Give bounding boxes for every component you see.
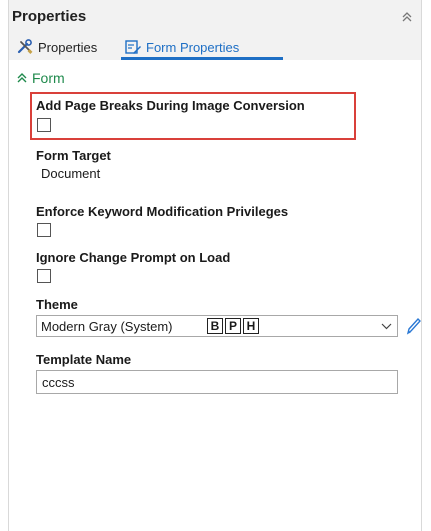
double-chevron-up-icon[interactable] — [401, 10, 413, 24]
properties-panel: Properties Properties Form Properties Fo… — [8, 0, 422, 531]
tab-properties[interactable]: Properties — [16, 37, 97, 57]
template-name-input[interactable] — [36, 370, 398, 394]
enforce-keyword-checkbox[interactable] — [37, 223, 51, 237]
form-properties-content: Form Add Page Breaks During Image Conver… — [9, 60, 421, 531]
chevron-down-icon — [381, 323, 392, 330]
theme-badge-h[interactable]: H — [243, 318, 259, 334]
tools-icon — [17, 39, 33, 54]
form-properties-icon — [125, 40, 141, 54]
double-chevron-up-icon — [17, 73, 27, 83]
form-section-label: Form — [32, 70, 65, 86]
ignore-change-label: Ignore Change Prompt on Load — [36, 250, 231, 265]
theme-select[interactable]: Modern Gray (System) B P H — [36, 315, 398, 337]
tab-properties-label: Properties — [38, 39, 98, 55]
page-breaks-label: Add Page Breaks During Image Conversion — [36, 98, 305, 113]
pencil-icon[interactable] — [404, 316, 422, 336]
theme-selected-value: Modern Gray (System) — [41, 319, 173, 334]
tab-form-properties[interactable]: Form Properties — [124, 37, 239, 57]
tab-form-properties-label: Form Properties — [146, 39, 240, 55]
ignore-change-checkbox[interactable] — [37, 269, 51, 283]
enforce-keyword-label: Enforce Keyword Modification Privileges — [36, 204, 289, 219]
theme-label: Theme — [36, 297, 78, 312]
panel-titlebar: Properties — [9, 0, 421, 34]
template-name-label: Template Name — [36, 352, 132, 367]
page-breaks-checkbox[interactable] — [37, 118, 51, 132]
theme-badge-b[interactable]: B — [207, 318, 223, 334]
form-target-value: Document — [41, 166, 101, 181]
form-target-label: Form Target — [36, 148, 111, 163]
panel-title: Properties — [12, 8, 87, 25]
form-section-header[interactable]: Form — [16, 69, 65, 87]
theme-badge-p[interactable]: P — [225, 318, 241, 334]
